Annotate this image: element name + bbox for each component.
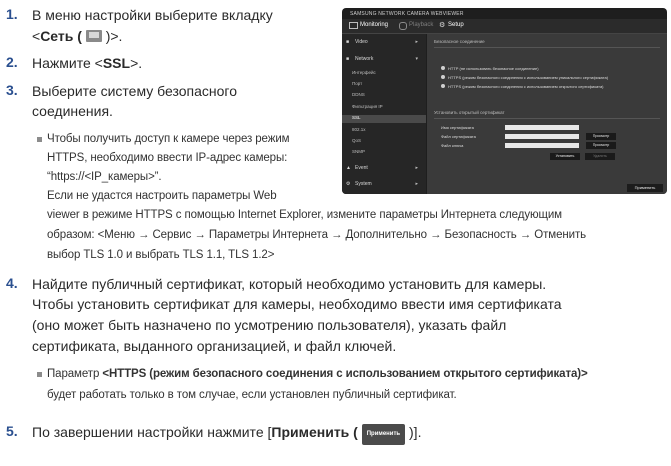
note-3-line-4: Если не удастся настроить параметры Web <box>47 190 277 202</box>
webviewer-screenshot: SAMSUNG NETWORK CAMERA WEBVIEWER Monitor… <box>342 8 667 194</box>
sidebar-sub-8021x[interactable]: 802.1x <box>352 127 366 132</box>
step-3-text-line2: соединения. <box>32 103 113 119</box>
note-3-line-6: образом: <Меню → Сервис → Параметры Инте… <box>47 229 587 241</box>
radio-https-unique-label: HTTPS (режим безопасного соединения с ис… <box>448 75 609 80</box>
step-4-line-1: Найдите публичный сертификат, который не… <box>32 276 547 292</box>
webviewer-main-panel: Безопасное соединение HTTP (не использов… <box>427 34 667 194</box>
sidebar-sub-qos[interactable]: QoS <box>352 138 361 143</box>
note-3-line-7: выбор TLS 1.0 и выбрать TLS 1.1, TLS 1.2… <box>47 249 275 261</box>
label-certificate-file: Файл сертификата <box>441 134 476 139</box>
chevron-right-icon: ▸ <box>415 39 418 45</box>
step-4-number: 4. <box>6 275 18 291</box>
setup-gear-icon: ⚙ <box>439 22 446 29</box>
sidebar-sub-interface[interactable]: Интерфейс <box>352 70 376 75</box>
step-1-text-line2: <Сеть ( )>. <box>32 27 122 46</box>
monitor-icon <box>349 22 358 29</box>
note-3-line-5: viewer в режиме HTTPS с помощью Internet… <box>47 209 562 221</box>
radio-http-label: HTTP (не использовать безопасное соедине… <box>448 66 539 71</box>
label-key-file: Файл ключа <box>441 143 464 148</box>
step-1-open: < <box>32 28 41 44</box>
radio-http[interactable] <box>441 66 445 70</box>
sidebar-sub-ddns[interactable]: DDNS <box>352 92 365 97</box>
sidebar-item-video-label: Video <box>355 39 368 45</box>
step-5-open: По завершении настройки нажмите [ <box>32 424 272 440</box>
step-5-close: )]. <box>409 424 422 440</box>
network-tab-icon <box>85 30 102 42</box>
apply-button-image: Применить <box>361 424 406 445</box>
event-icon: ▲ <box>346 165 351 171</box>
radio-https-public[interactable] <box>441 84 445 88</box>
browse-certificate-button[interactable]: Просмотр <box>586 133 616 140</box>
video-icon: ■ <box>346 39 350 45</box>
step-1-number: 1. <box>6 6 18 22</box>
step-5-number: 5. <box>6 423 18 439</box>
tab-monitoring[interactable]: Monitoring <box>360 22 388 28</box>
step-2-close: >. <box>130 55 143 71</box>
chevron-right-icon: ▸ <box>415 165 418 171</box>
system-icon: ⚙ <box>346 181 351 187</box>
note-3-line-2: HTTPS, необходимо ввести IP-адрес камеры… <box>47 152 288 164</box>
step-4-line-3: (оно может быть назначено по усмотрению … <box>32 317 507 333</box>
note-4-bold: <HTTPS (режим безопасного соединения с и… <box>102 368 588 380</box>
radio-https-unique[interactable] <box>441 75 445 79</box>
step-4-line-4: сертификата, выданного организацией, и ф… <box>32 338 397 354</box>
key-file-input[interactable] <box>505 143 579 148</box>
webviewer-sidebar: ■ Video ▸ ■ Network ▾ Интерфейс Порт DDN… <box>342 34 426 194</box>
step-1-bold-network: Сеть ( <box>40 28 82 44</box>
divider <box>434 47 660 48</box>
chevron-down-icon: ▾ <box>415 56 418 62</box>
section-secure-connection: Безопасное соединение <box>434 39 485 44</box>
label-certificate-name: Имя сертификата <box>441 125 474 130</box>
step-4-line-2: Чтобы установить сертификат для камеры, … <box>32 296 562 312</box>
step-2-number: 2. <box>6 54 18 70</box>
install-button[interactable]: Установить <box>550 153 580 160</box>
chevron-right-icon: ▸ <box>415 181 418 187</box>
note-4-line-1: Параметр <HTTPS (режим безопасного соеди… <box>47 366 588 383</box>
step-2-text: Нажмите <SSL>. <box>32 54 142 73</box>
sidebar-sub-ip-filter[interactable]: Фильтрация IP <box>352 104 383 109</box>
webviewer-brand: SAMSUNG NETWORK CAMERA WEBVIEWER <box>350 11 464 17</box>
step-2-open: Нажмите < <box>32 55 103 71</box>
sidebar-sub-ssl[interactable]: SSL <box>342 115 426 123</box>
certificate-name-input[interactable] <box>505 125 579 130</box>
note-3-bullet-icon <box>37 137 42 142</box>
browse-key-button[interactable]: Просмотр <box>586 142 616 149</box>
divider <box>434 118 660 119</box>
note-4-bullet-icon <box>37 372 42 377</box>
apply-button[interactable]: Применить <box>627 184 663 192</box>
step-1-text: В меню настройки выберите вкладку <box>32 7 273 23</box>
playback-icon <box>399 22 407 30</box>
webviewer-tabbar: Monitoring Playback ⚙ Setup <box>342 19 667 34</box>
step-2-bold-ssl: SSL <box>102 55 131 71</box>
delete-button[interactable]: Удалить <box>585 153 615 160</box>
sidebar-sub-port[interactable]: Порт <box>352 81 362 86</box>
step-3-number: 3. <box>6 82 18 98</box>
sidebar-item-event-label: Event <box>355 165 368 171</box>
radio-https-public-label: HTTPS (режим безопасного соединения с ис… <box>448 84 604 89</box>
step-5-text: По завершении настройки нажмите [Примени… <box>32 423 421 445</box>
network-icon: ■ <box>346 56 350 62</box>
section-install-certificate: Установить открытый сертификат <box>434 110 505 115</box>
note-4-line-2: будет работать только в том случае, если… <box>47 389 457 401</box>
tab-setup[interactable]: Setup <box>448 22 464 28</box>
note-3-line-1: Чтобы получить доступ к камере через реж… <box>47 133 290 145</box>
step-1-close: )>. <box>105 28 123 44</box>
note-3-line-3: “https://<IP_камеры>”. <box>47 171 162 183</box>
tab-playback[interactable]: Playback <box>409 22 433 28</box>
certificate-file-input[interactable] <box>505 134 579 139</box>
sidebar-item-network-label: Network <box>355 56 374 62</box>
note-4-prefix: Параметр <box>47 368 103 380</box>
sidebar-item-system-label: System <box>355 181 372 187</box>
sidebar-sub-snmp[interactable]: SNMP <box>352 149 365 154</box>
step-5-bold-apply: Применить ( <box>271 424 358 440</box>
step-3-text: Выберите систему безопасного <box>32 83 237 99</box>
